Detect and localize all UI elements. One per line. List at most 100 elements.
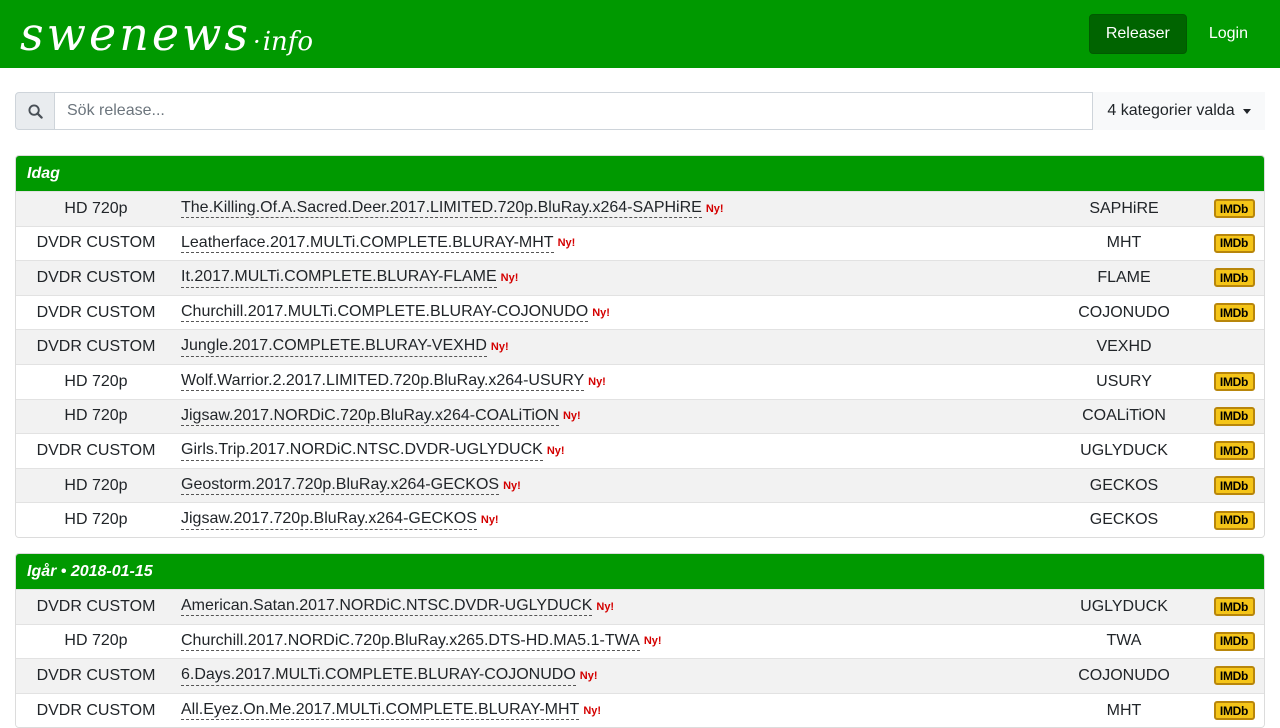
release-row: DVDR CUSTOM 6.Days.2017.MULTi.COMPLETE.BL… <box>16 658 1264 693</box>
category-dropdown[interactable]: 4 kategorier valda <box>1093 92 1265 130</box>
release-cell: Jigsaw.2017.NORDiC.720p.BluRay.x264-COAL… <box>176 407 1044 427</box>
release-category: HD 720p <box>64 372 128 390</box>
release-list: HD 720p The.Killing.Of.A.Sacred.Deer.2017… <box>16 191 1264 537</box>
imdb-cell: IMDb <box>1204 233 1264 253</box>
imdb-link-icon[interactable]: IMDb <box>1213 631 1255 651</box>
imdb-cell: IMDb <box>1204 199 1264 219</box>
release-link[interactable]: Jungle.2017.COMPLETE.BLURAY-VEXHD <box>181 337 487 357</box>
release-cell: The.Killing.Of.A.Sacred.Deer.2017.LIMITE… <box>176 199 1044 219</box>
imdb-link-icon[interactable]: IMDb <box>1213 666 1255 686</box>
release-row: HD 720p The.Killing.Of.A.Sacred.Deer.2017… <box>16 191 1264 226</box>
release-row: DVDR CUSTOM American.Satan.2017.NORDiC.NT… <box>16 589 1264 624</box>
category-dropdown-label: 4 kategorier valda <box>1107 102 1235 119</box>
release-group: COJONUDO <box>1078 303 1170 321</box>
release-category: DVDR CUSTOM <box>36 441 156 459</box>
release-cell: Churchill.2017.NORDiC.720p.BluRay.x265.D… <box>176 632 1044 652</box>
release-category: DVDR CUSTOM <box>36 597 156 615</box>
release-group: MHT <box>1106 234 1142 252</box>
imdb-cell: IMDb <box>1204 476 1264 496</box>
release-group: VEXHD <box>1096 338 1152 356</box>
new-badge: Ny! <box>480 514 499 527</box>
imdb-link-icon[interactable]: IMDb <box>1213 199 1255 219</box>
new-badge: Ny! <box>588 375 606 388</box>
release-link[interactable]: Leatherface.2017.MULTi.COMPLETE.BLURAY-M… <box>181 234 554 254</box>
logo-dot: · <box>253 28 261 56</box>
imdb-link-icon[interactable]: IMDb <box>1213 372 1255 392</box>
imdb-link-icon[interactable]: IMDb <box>1213 268 1255 288</box>
release-category: HD 720p <box>64 407 128 425</box>
release-link[interactable]: 6.Days.2017.MULTi.COMPLETE.BLURAY-COJONU… <box>181 666 576 686</box>
release-group: FLAME <box>1097 268 1151 286</box>
imdb-link-icon[interactable]: IMDb <box>1213 441 1255 461</box>
imdb-cell: IMDb <box>1204 631 1264 651</box>
release-link[interactable]: American.Satan.2017.NORDiC.NTSC.DVDR-UGL… <box>181 597 593 617</box>
release-link[interactable]: It.2017.MULTi.COMPLETE.BLURAY-FLAME <box>181 268 497 288</box>
site-logo[interactable]: swenews · info <box>20 11 313 57</box>
search-icon[interactable] <box>15 92 55 130</box>
release-row: DVDR CUSTOM Jungle.2017.COMPLETE.BLURAY-V… <box>16 329 1264 364</box>
imdb-link-icon[interactable]: IMDb <box>1213 406 1255 426</box>
release-section-today: Idag HD 720p The.Killing.Of.A.Sacred.Deer… <box>15 155 1265 538</box>
new-badge: Ny! <box>562 410 581 423</box>
search-input[interactable] <box>55 92 1093 130</box>
new-badge: Ny! <box>643 635 662 648</box>
imdb-link-icon[interactable]: IMDb <box>1213 233 1255 253</box>
section-title: Idag <box>16 156 1264 191</box>
release-cell: It.2017.MULTi.COMPLETE.BLURAY-FLAME Ny! <box>176 268 1044 288</box>
imdb-link-icon[interactable]: IMDb <box>1213 510 1255 530</box>
new-badge: Ny! <box>557 237 576 250</box>
new-badge: Ny! <box>596 600 615 613</box>
release-list: DVDR CUSTOM American.Satan.2017.NORDiC.NT… <box>16 589 1264 728</box>
top-navbar: swenews · info Releaser Login <box>0 0 1280 68</box>
release-link[interactable]: Geostorm.2017.720p.BluRay.x264-GECKOS <box>181 476 500 496</box>
release-link[interactable]: Girls.Trip.2017.NORDiC.NTSC.DVDR-UGLYDUC… <box>181 441 543 461</box>
logo-tld-text: info <box>262 27 314 57</box>
imdb-cell: IMDb <box>1204 303 1264 323</box>
release-link[interactable]: Churchill.2017.MULTi.COMPLETE.BLURAY-COJ… <box>181 303 589 323</box>
nav-login-link[interactable]: Login <box>1193 15 1264 53</box>
release-group: USURY <box>1096 372 1152 390</box>
imdb-cell: IMDb <box>1204 268 1264 288</box>
release-row: DVDR CUSTOM All.Eyez.On.Me.2017.MULTi.COM… <box>16 692 1264 728</box>
caret-down-icon <box>1242 108 1251 114</box>
release-section-yesterday: Igår • 2018-01-15 DVDR CUSTOM American.Sa… <box>15 553 1265 728</box>
release-category: HD 720p <box>64 476 128 494</box>
new-badge: Ny! <box>503 479 521 492</box>
release-category: DVDR CUSTOM <box>36 234 156 252</box>
release-group: COALiTiON <box>1082 407 1166 425</box>
search-bar: 4 kategorier valda <box>15 92 1265 130</box>
release-cell: Churchill.2017.MULTi.COMPLETE.BLURAY-COJ… <box>176 303 1044 323</box>
release-link[interactable]: The.Killing.Of.A.Sacred.Deer.2017.LIMITE… <box>181 199 702 219</box>
new-badge: Ny! <box>500 271 519 284</box>
release-category: DVDR CUSTOM <box>36 303 156 321</box>
release-cell: Jigsaw.2017.720p.BluRay.x264-GECKOS Ny! <box>176 510 1044 530</box>
release-category: HD 720p <box>64 511 128 529</box>
imdb-cell: IMDb <box>1204 666 1264 686</box>
release-cell: Girls.Trip.2017.NORDiC.NTSC.DVDR-UGLYDUC… <box>176 441 1044 461</box>
release-cell: Wolf.Warrior.2.2017.LIMITED.720p.BluRay.… <box>176 372 1044 392</box>
release-group: GECKOS <box>1089 511 1159 529</box>
release-cell: Geostorm.2017.720p.BluRay.x264-GECKOS Ny! <box>176 476 1044 496</box>
release-link[interactable]: Jigsaw.2017.720p.BluRay.x264-GECKOS <box>181 510 477 530</box>
imdb-cell: IMDb <box>1204 441 1264 461</box>
release-link[interactable]: Jigsaw.2017.NORDiC.720p.BluRay.x264-COAL… <box>181 407 559 427</box>
nav-releaser-link[interactable]: Releaser <box>1088 14 1187 54</box>
imdb-link-icon[interactable]: IMDb <box>1213 597 1255 617</box>
section-title: Igår • 2018-01-15 <box>16 554 1264 589</box>
release-row: DVDR CUSTOM Girls.Trip.2017.NORDiC.NTSC.D… <box>16 433 1264 468</box>
release-row: HD 720p Wolf.Warrior.2.2017.LIMITED.720p.… <box>16 363 1264 399</box>
release-cell: Jungle.2017.COMPLETE.BLURAY-VEXHD Ny! <box>176 337 1044 357</box>
release-row: HD 720p Churchill.2017.NORDiC.720p.BluRay… <box>16 623 1264 659</box>
release-link[interactable]: Churchill.2017.NORDiC.720p.BluRay.x265.D… <box>181 632 640 652</box>
release-row: HD 720p Geostorm.2017.720p.BluRay.x264-GE… <box>16 467 1264 503</box>
release-category: DVDR CUSTOM <box>36 666 156 684</box>
new-badge: Ny! <box>592 306 610 319</box>
new-badge: Ny! <box>490 341 509 354</box>
release-group: GECKOS <box>1089 476 1159 494</box>
release-category: HD 720p <box>64 632 128 650</box>
release-cell: American.Satan.2017.NORDiC.NTSC.DVDR-UGL… <box>176 597 1044 617</box>
imdb-link-icon[interactable]: IMDb <box>1213 476 1255 496</box>
imdb-link-icon[interactable]: IMDb <box>1213 303 1255 323</box>
release-cell: Leatherface.2017.MULTi.COMPLETE.BLURAY-M… <box>176 234 1044 254</box>
release-link[interactable]: Wolf.Warrior.2.2017.LIMITED.720p.BluRay.… <box>181 372 585 392</box>
